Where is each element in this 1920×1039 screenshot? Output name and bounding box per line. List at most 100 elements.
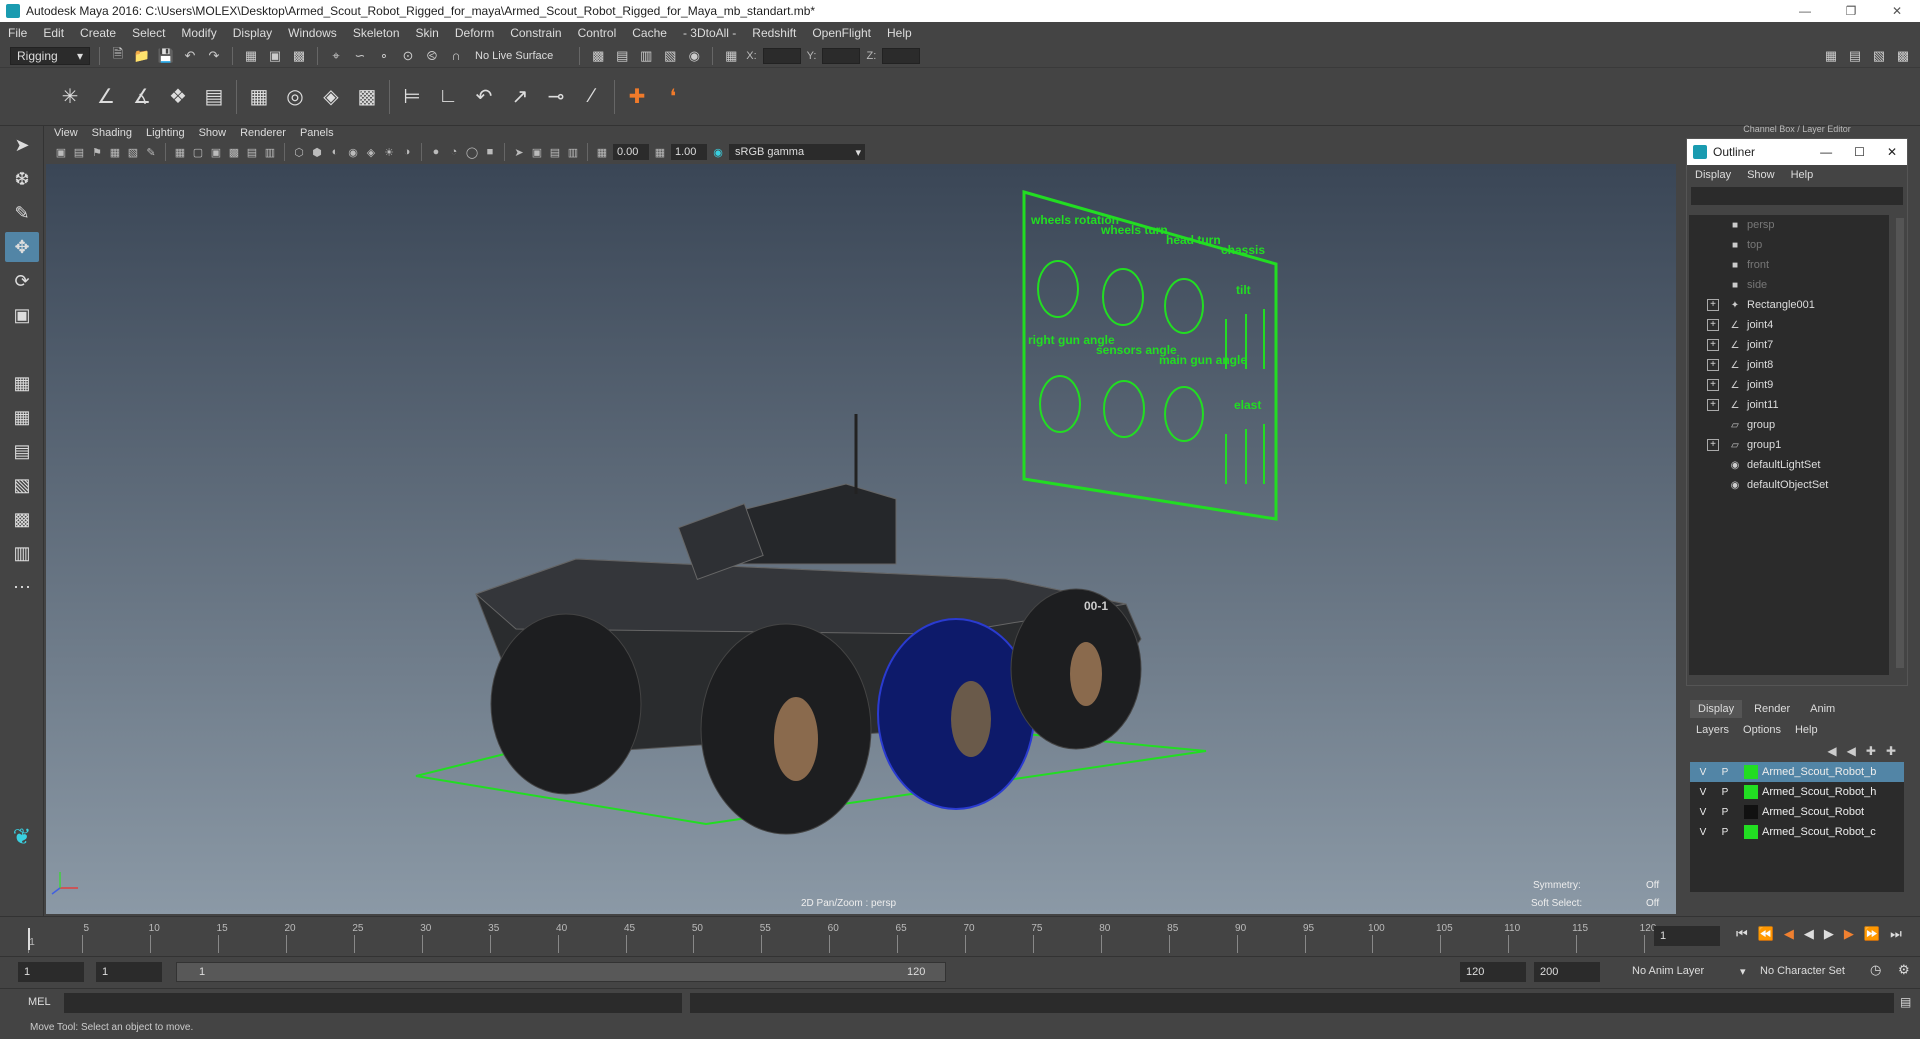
orient-constraint-icon[interactable]: ↶ (470, 83, 498, 111)
menu-skeleton[interactable]: Skeleton (353, 26, 400, 40)
single-perspective-icon[interactable]: ▦ (5, 368, 39, 398)
visibility-toggle[interactable]: V (1694, 787, 1712, 798)
outliner-item[interactable]: + ∠ joint11 (1689, 395, 1889, 415)
perspective-viewport[interactable]: wheels rotation wheels turn head turn ch… (46, 164, 1676, 914)
field-chart-icon[interactable]: ▤ (245, 145, 259, 159)
time-ruler[interactable]: 1 5 10 15 20 25 30 35 40 45 50 55 60 65 70 75 80 85 90 95 10… (24, 921, 1656, 953)
close-button[interactable]: ✕ (1887, 145, 1897, 159)
wireframe-icon[interactable]: ⬡ (292, 145, 306, 159)
menu-modify[interactable]: Modify (181, 26, 216, 40)
four-view-icon[interactable]: ▦ (5, 402, 39, 432)
outliner-item[interactable]: ■ front (1689, 255, 1889, 275)
menu-skin[interactable]: Skin (416, 26, 439, 40)
ambient-occlusion-icon[interactable]: ● (429, 145, 443, 159)
play-backwards-icon[interactable]: ◀ (1804, 926, 1814, 942)
move-layer-down-icon[interactable]: ◀ (1847, 744, 1856, 758)
preferences-icon[interactable]: ⚙ (1898, 962, 1910, 978)
step-back-key-icon[interactable]: ⏪ (1758, 926, 1774, 942)
aim-constraint-icon[interactable]: ∟ (434, 83, 462, 111)
depth-of-field-icon[interactable]: ■ (483, 145, 497, 159)
outliner-list[interactable]: ■ persp ■ top ■ front ■ side + ✦ Rectangle001 + ∠ joi… (1689, 215, 1889, 675)
redo-icon[interactable]: ↷ (205, 47, 223, 65)
pole-vector-icon[interactable]: ∕ (578, 83, 606, 111)
layer-menu-options[interactable]: Options (1743, 724, 1781, 736)
outliner-item[interactable]: ◉ defaultObjectSet (1689, 475, 1889, 495)
grid-icon[interactable]: ▦ (173, 145, 187, 159)
menu-redshift[interactable]: Redshift (752, 26, 796, 40)
playback-end-field[interactable]: 120 (1460, 962, 1526, 982)
outliner-item[interactable]: + ∠ joint8 (1689, 355, 1889, 375)
snap-grid-icon[interactable]: ⌖ (327, 47, 345, 65)
ipr-render-icon[interactable]: ▥ (637, 47, 655, 65)
panel-menu-show[interactable]: Show (199, 127, 227, 139)
expand-icon[interactable]: + (1707, 359, 1719, 371)
expand-icon[interactable]: + (1707, 399, 1719, 411)
layer-color-swatch[interactable] (1744, 785, 1758, 799)
channel-box-icon[interactable]: ▩ (1894, 47, 1912, 65)
scale-constraint-icon[interactable]: ↗ (506, 83, 534, 111)
playback-toggle[interactable]: P (1716, 767, 1734, 778)
new-scene-icon[interactable]: 🗎 (109, 46, 127, 65)
end-time-field[interactable]: 200 (1534, 962, 1600, 982)
menu-edit[interactable]: Edit (43, 26, 64, 40)
restore-button[interactable]: ❐ (1828, 4, 1874, 18)
magnet-icon[interactable]: ∩ (447, 47, 465, 65)
select-component-icon[interactable]: ▩ (290, 47, 308, 65)
menu-file[interactable]: File (8, 26, 27, 40)
scale-tool-icon[interactable]: ▣ (5, 300, 39, 330)
locator-icon[interactable]: ✚ (623, 83, 651, 111)
xray-components-icon[interactable]: ▥ (566, 145, 580, 159)
layer-tab-anim[interactable]: Anim (1802, 700, 1843, 718)
snap-view-icon[interactable]: ⊙ (399, 47, 417, 65)
new-layer-selected-icon[interactable]: ✚ (1886, 744, 1896, 758)
outliner-search-input[interactable] (1691, 187, 1903, 205)
menu-create[interactable]: Create (80, 26, 116, 40)
visibility-toggle[interactable]: V (1694, 767, 1712, 778)
wireframe-on-shaded-icon[interactable]: ◉ (346, 145, 360, 159)
menu-help[interactable]: Help (887, 26, 912, 40)
x-field[interactable] (762, 47, 801, 64)
film-gate-icon[interactable]: ▢ (191, 145, 205, 159)
gamma-icon[interactable]: ▦ (653, 145, 667, 159)
visibility-toggle[interactable]: V (1694, 827, 1712, 838)
command-input[interactable] (64, 993, 682, 1013)
gate-mask-icon[interactable]: ▩ (227, 145, 241, 159)
paint-select-icon[interactable]: ✎ (5, 198, 39, 228)
visibility-toggle[interactable]: V (1694, 807, 1712, 818)
menu-constrain[interactable]: Constrain (510, 26, 561, 40)
layer-tab-display[interactable]: Display (1690, 700, 1743, 718)
grease-pencil-icon[interactable]: ✎ (144, 145, 158, 159)
transform-field-icon[interactable]: ▦ (722, 47, 740, 65)
wrap-deformer-icon[interactable]: ◈ (317, 83, 345, 111)
outliner-item[interactable]: + ✦ Rectangle001 (1689, 295, 1889, 315)
cluster-handle-icon[interactable]: ❛ (659, 83, 687, 111)
character-set-dropdown[interactable]: No Character Set (1760, 965, 1845, 977)
command-language-label[interactable]: MEL (28, 996, 51, 1008)
persp-uv-icon[interactable]: ▩ (5, 504, 39, 534)
expand-icon[interactable]: + (1707, 299, 1719, 311)
outliner-item[interactable]: + ∠ joint9 (1689, 375, 1889, 395)
playback-toggle[interactable]: P (1716, 787, 1734, 798)
panel-menu-renderer[interactable]: Renderer (240, 127, 286, 139)
outliner-menu-help[interactable]: Help (1791, 169, 1814, 181)
current-frame-marker[interactable] (28, 928, 30, 950)
snap-surface-icon[interactable]: ⧀ (423, 47, 441, 65)
outliner-item[interactable]: ◉ defaultLightSet (1689, 455, 1889, 475)
close-button[interactable]: ✕ (1874, 4, 1920, 18)
layer-row[interactable]: V P Armed_Scout_Robot_h (1690, 782, 1904, 802)
maximize-button[interactable]: ☐ (1854, 145, 1865, 159)
gamma-field[interactable]: 1.00 (671, 144, 707, 160)
select-object-icon[interactable]: ▣ (266, 47, 284, 65)
paint-weights-icon[interactable]: ▤ (200, 83, 228, 111)
side-tab-strip[interactable] (1908, 126, 1920, 916)
menu-control[interactable]: Control (578, 26, 617, 40)
layer-menu-layers[interactable]: Layers (1696, 724, 1729, 736)
menu-openflight[interactable]: OpenFlight (812, 26, 871, 40)
expand-icon[interactable]: + (1707, 319, 1719, 331)
menu-cache[interactable]: Cache (632, 26, 667, 40)
panel-menu-panels[interactable]: Panels (300, 127, 334, 139)
time-slider[interactable]: 1 5 10 15 20 25 30 35 40 45 50 55 60 65 70 75 80 85 90 95 10… (0, 916, 1920, 956)
exposure-field[interactable]: 0.00 (613, 144, 649, 160)
resolution-gate-icon[interactable]: ▣ (209, 145, 223, 159)
start-time-field[interactable]: 1 (18, 962, 84, 982)
